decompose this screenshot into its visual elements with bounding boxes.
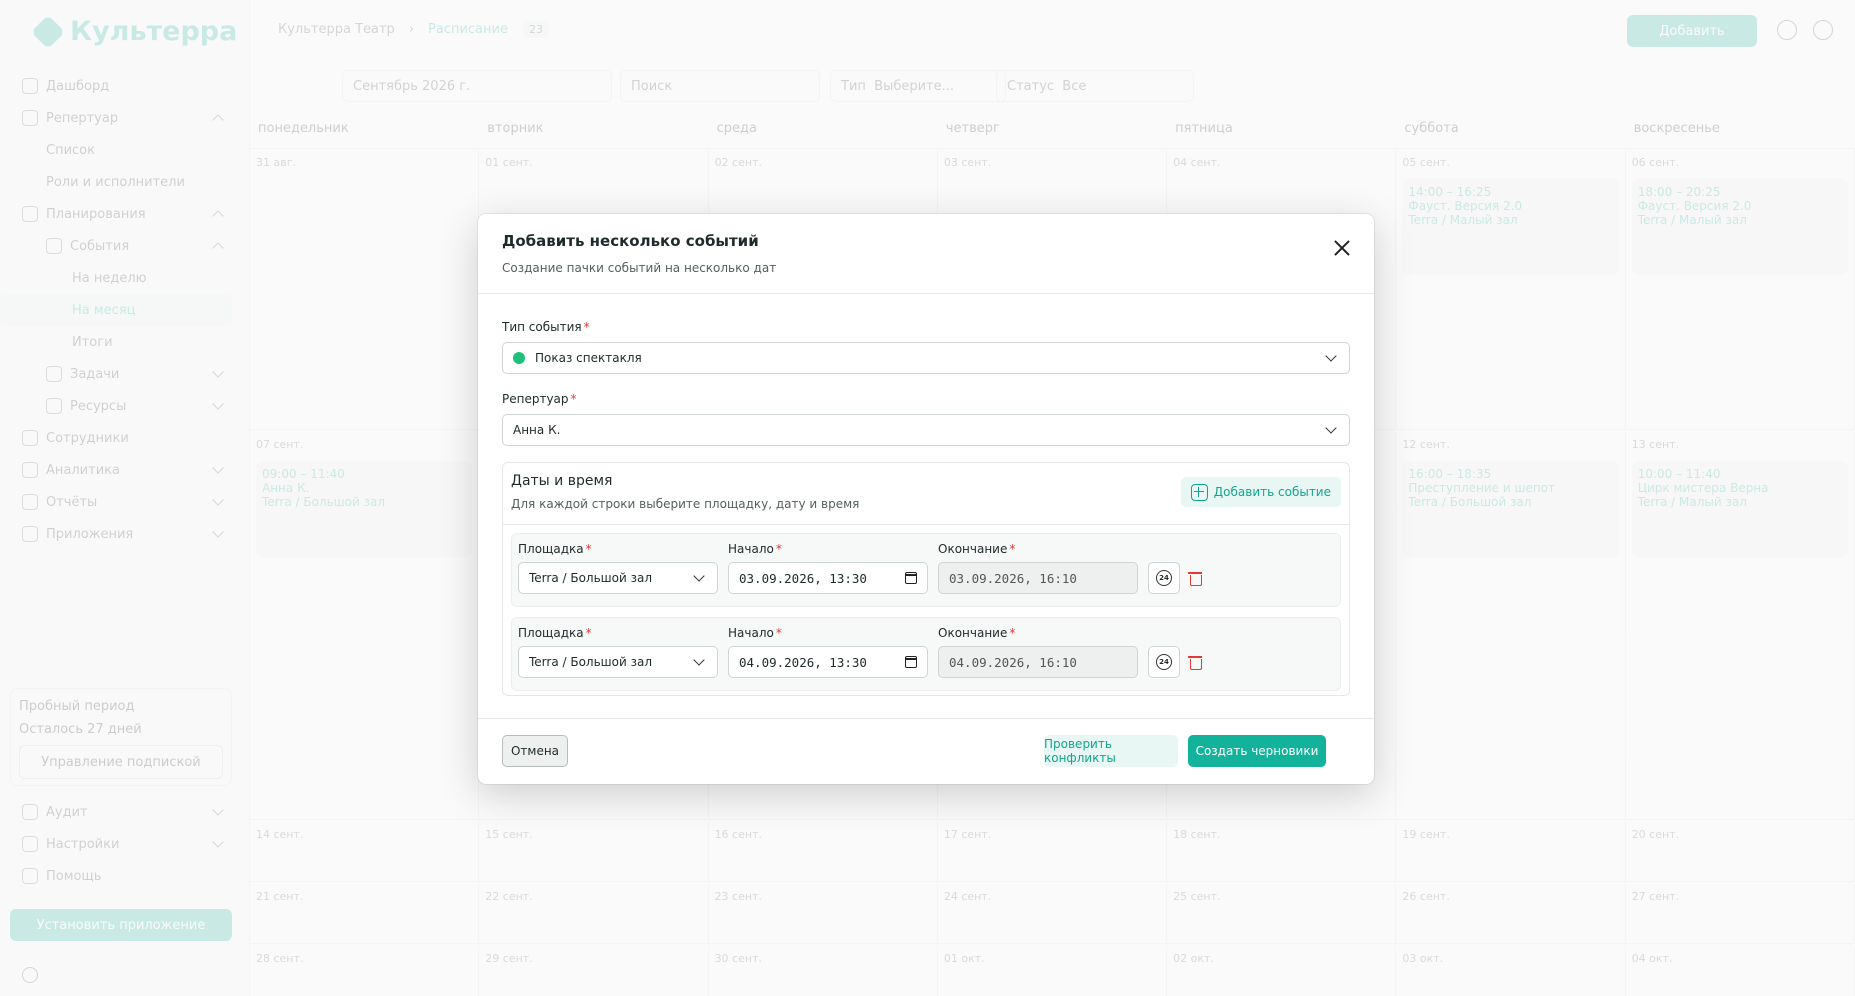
venue-label: Площадка *	[518, 626, 592, 640]
cancel-button[interactable]: Отмена	[502, 735, 568, 767]
end-datetime-input[interactable]: 04.09.2026, 16:10	[938, 646, 1138, 678]
required-mark: *	[585, 626, 592, 640]
modal-header: Добавить несколько событий Создание пачк…	[478, 214, 1374, 294]
venue-label: Площадка *	[518, 542, 592, 556]
venue-select[interactable]: Terra / Большой зал	[518, 646, 718, 678]
chevron-down-icon	[1325, 350, 1337, 362]
repertoire-select[interactable]: Анна К.	[502, 414, 1350, 446]
end-label: Окончание *	[938, 626, 1016, 640]
add-event-button[interactable]: Добавить событие	[1180, 477, 1341, 507]
trash-icon[interactable]	[1188, 570, 1202, 586]
add-multiple-events-modal: Добавить несколько событий Создание пачк…	[478, 214, 1374, 784]
twenty-four-hour-icon: 24	[1156, 654, 1172, 670]
end-label: Окончание *	[938, 542, 1016, 556]
dates-times-header: Даты и время Для каждой строки выберите …	[503, 463, 1349, 525]
event-row: Площадка * Terra / Большой зал Начало * 04…	[511, 617, 1341, 691]
required-mark: *	[775, 626, 782, 640]
start-label: Начало *	[728, 626, 782, 640]
repertoire-label: Репертуар *	[502, 392, 577, 406]
required-mark: *	[570, 392, 577, 406]
event-type-select[interactable]: Показ спектакля	[502, 342, 1350, 374]
chevron-down-icon	[1325, 422, 1337, 434]
required-mark: *	[775, 542, 782, 556]
twenty-four-hour-button[interactable]: 24	[1148, 562, 1180, 594]
event-type-color-dot	[513, 352, 525, 364]
required-mark: *	[1009, 626, 1016, 640]
twenty-four-hour-icon: 24	[1156, 570, 1172, 586]
twenty-four-hour-button[interactable]: 24	[1148, 646, 1180, 678]
end-datetime-input[interactable]: 03.09.2026, 16:10	[938, 562, 1138, 594]
trash-icon[interactable]	[1188, 654, 1202, 670]
start-datetime-input[interactable]: 04.09.2026, 13:30	[728, 646, 928, 678]
start-datetime-input[interactable]: 03.09.2026, 13:30	[728, 562, 928, 594]
calendar-icon[interactable]	[905, 656, 917, 668]
create-drafts-button[interactable]: Создать черновики	[1188, 735, 1326, 767]
chevron-down-icon	[693, 654, 705, 666]
required-mark: *	[1009, 542, 1016, 556]
modal-subtitle: Создание пачки событий на несколько дат	[502, 261, 777, 275]
close-icon[interactable]	[1334, 240, 1350, 256]
check-conflicts-button[interactable]: Проверить конфликты	[1044, 735, 1178, 767]
calendar-icon[interactable]	[905, 572, 917, 584]
modal-title: Добавить несколько событий	[502, 232, 759, 250]
required-mark: *	[583, 320, 590, 334]
dates-times-panel: Даты и время Для каждой строки выберите …	[502, 462, 1350, 696]
chevron-down-icon	[693, 570, 705, 582]
start-label: Начало *	[728, 542, 782, 556]
event-row: Площадка * Terra / Большой зал Начало * 03…	[511, 533, 1341, 607]
modal-footer: Отмена Проверить конфликты Создать черно…	[478, 718, 1374, 784]
venue-select[interactable]: Terra / Большой зал	[518, 562, 718, 594]
event-type-label: Тип события *	[502, 320, 590, 334]
plus-square-icon	[1190, 483, 1208, 501]
required-mark: *	[585, 542, 592, 556]
